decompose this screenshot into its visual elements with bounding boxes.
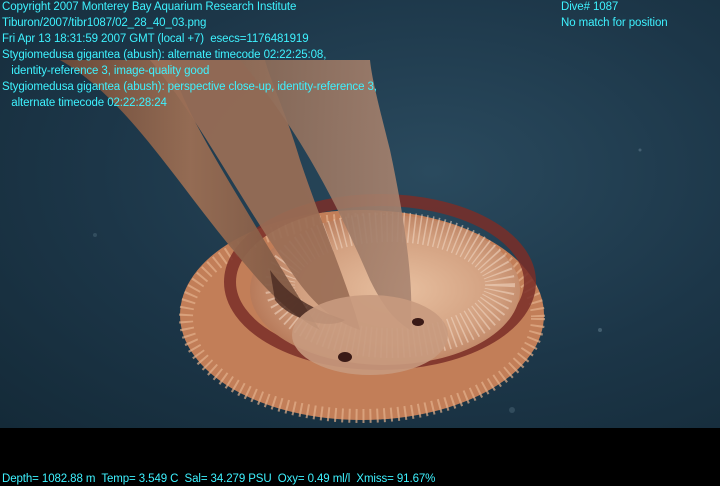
central-disc xyxy=(292,295,448,375)
annotation-line-3: Stygiomedusa gigantea (abush): perspecti… xyxy=(2,81,377,93)
timestamp-line: Fri Apr 13 18:31:59 2007 GMT (local +7) … xyxy=(2,33,309,45)
copyright-line: Copyright 2007 Monterey Bay Aquarium Res… xyxy=(2,1,297,13)
particle xyxy=(598,328,602,332)
dive-info-overlay: Dive# 1087 No match for position xyxy=(561,0,668,31)
particle xyxy=(638,148,642,152)
dive-number: Dive# 1087 xyxy=(561,1,619,13)
annotation-line-4: alternate timecode 02:22:28:24 xyxy=(2,97,167,109)
filename-line: Tiburon/2007/tibr1087/02_28_40_03.png xyxy=(2,17,207,29)
telemetry-readout: Depth= 1082.88 m Temp= 3.549 C Sal= 34.2… xyxy=(2,473,436,485)
gastric-pore-left xyxy=(338,352,352,362)
image-info-overlay: Copyright 2007 Monterey Bay Aquarium Res… xyxy=(2,0,377,111)
particle xyxy=(93,233,97,237)
particle xyxy=(509,407,515,413)
annotation-line-1: Stygiomedusa gigantea (abush): alternate… xyxy=(2,49,327,61)
screenshot-frame: Copyright 2007 Monterey Bay Aquarium Res… xyxy=(0,0,720,486)
annotation-line-2: identity-reference 3, image-quality good xyxy=(2,65,210,77)
gastric-pore-right xyxy=(412,318,424,326)
position-status: No match for position xyxy=(561,17,668,29)
